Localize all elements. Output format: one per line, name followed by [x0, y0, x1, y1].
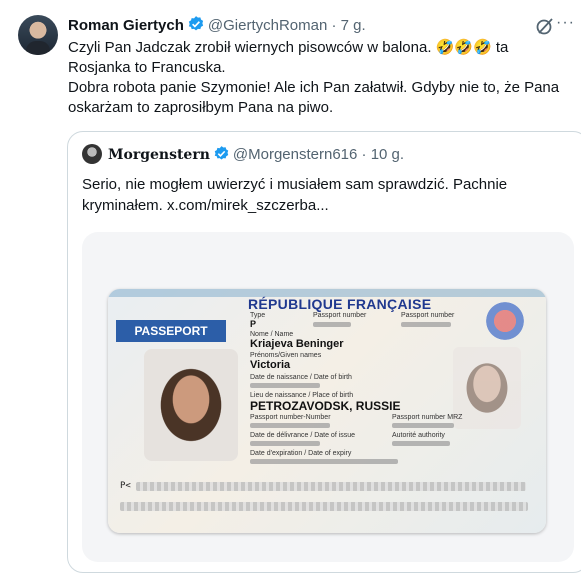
surname-value: Kriajeva Beninger — [250, 338, 344, 350]
grok-icon[interactable] — [535, 16, 555, 36]
tweet-header: Roman Giertych @GiertychRoman · 7 g. — [68, 15, 366, 39]
pob-label: Lieu de naissance / Place of birth — [250, 392, 354, 399]
redacted-field — [313, 322, 351, 327]
redacted-field — [250, 459, 398, 464]
passport-photo — [144, 349, 238, 461]
given-names-label: Prénoms/Given names — [250, 352, 322, 359]
surname-label: Nome / Name — [250, 331, 294, 338]
verified-badge-icon — [187, 15, 205, 39]
type-label: Type — [250, 312, 266, 319]
issue-label: Date de délivrance / Date of issue — [250, 432, 356, 439]
tweet-line: Rosjanka to Francuska. — [68, 59, 226, 76]
quote-header: Morgenstern @Morgenstern616 · 10 g. — [82, 144, 404, 168]
author-name[interactable]: Roman Giertych — [68, 17, 184, 34]
quoted-tweet[interactable]: Morgenstern @Morgenstern616 · 10 g. Serio… — [67, 131, 581, 573]
author-avatar[interactable] — [18, 15, 58, 55]
quote-time: · 10 g. — [361, 146, 405, 163]
tweet-line: Czyli Pan Jadczak zrobił wiernych pisowc… — [68, 39, 509, 56]
redacted-field — [250, 383, 320, 388]
passport-title: PASSEPORT — [116, 320, 226, 342]
tweet-text: Czyli Pan Jadczak zrobił wiernych pisowc… — [68, 38, 568, 118]
quote-line: Serio, nie mogłem uwierzyć i musiałem sa… — [82, 176, 508, 193]
tweet-time[interactable]: · 7 g. — [331, 17, 365, 34]
redacted-field — [401, 322, 451, 327]
passport-country: RÉPUBLIQUE FRANÇAISE — [248, 296, 432, 312]
quote-line: kryminałem. x.com/mirek_szczerba... — [82, 197, 329, 214]
redacted-field — [250, 423, 330, 428]
type-value: P — [250, 319, 257, 329]
given-names-value: Victoria — [250, 359, 291, 371]
redacted-field — [392, 423, 454, 428]
tweet-line: Dobra robota panie Szymonie! Ale ich Pan… — [68, 79, 560, 96]
number-label: Passport number-Number — [250, 414, 331, 421]
mrz-number-label: Passport number MRZ — [392, 414, 463, 421]
dob-label: Date de naissance / Date of birth — [250, 374, 352, 381]
ghost-photo — [453, 347, 521, 429]
mrz-prefix: P< — [120, 481, 131, 491]
passport-number-label: Passport number — [313, 312, 367, 319]
redacted-field — [392, 441, 450, 446]
emblem-icon — [483, 299, 527, 343]
passport-number-label-2: Passport number — [401, 312, 455, 319]
verified-badge-icon — [213, 145, 230, 168]
redacted-field — [250, 441, 320, 446]
tweet-line: oskarżam to zaprosiłbym Pana na piwo. — [68, 99, 334, 116]
quote-avatar — [82, 144, 102, 164]
quote-media-image[interactable]: RÉPUBLIQUE FRANÇAISE PASSEPORT Type P Pa… — [82, 232, 574, 562]
redacted-mrz-line — [136, 482, 526, 491]
author-handle[interactable]: @GiertychRoman — [208, 17, 327, 34]
authority-label: Autorité authority — [392, 432, 445, 439]
pob-value: PETROZAVODSK, RUSSIE — [250, 399, 401, 413]
quote-text: Serio, nie mogłem uwierzyć i musiałem sa… — [82, 174, 572, 216]
quote-author-name: Morgenstern — [108, 147, 210, 163]
more-options-icon[interactable]: ··· — [556, 14, 575, 32]
quote-author-handle: @Morgenstern616 — [232, 146, 358, 163]
expiry-label: Date d'expiration / Date of expiry — [250, 450, 352, 457]
redacted-mrz-line — [120, 502, 528, 511]
passport-image: RÉPUBLIQUE FRANÇAISE PASSEPORT Type P Pa… — [108, 289, 546, 533]
